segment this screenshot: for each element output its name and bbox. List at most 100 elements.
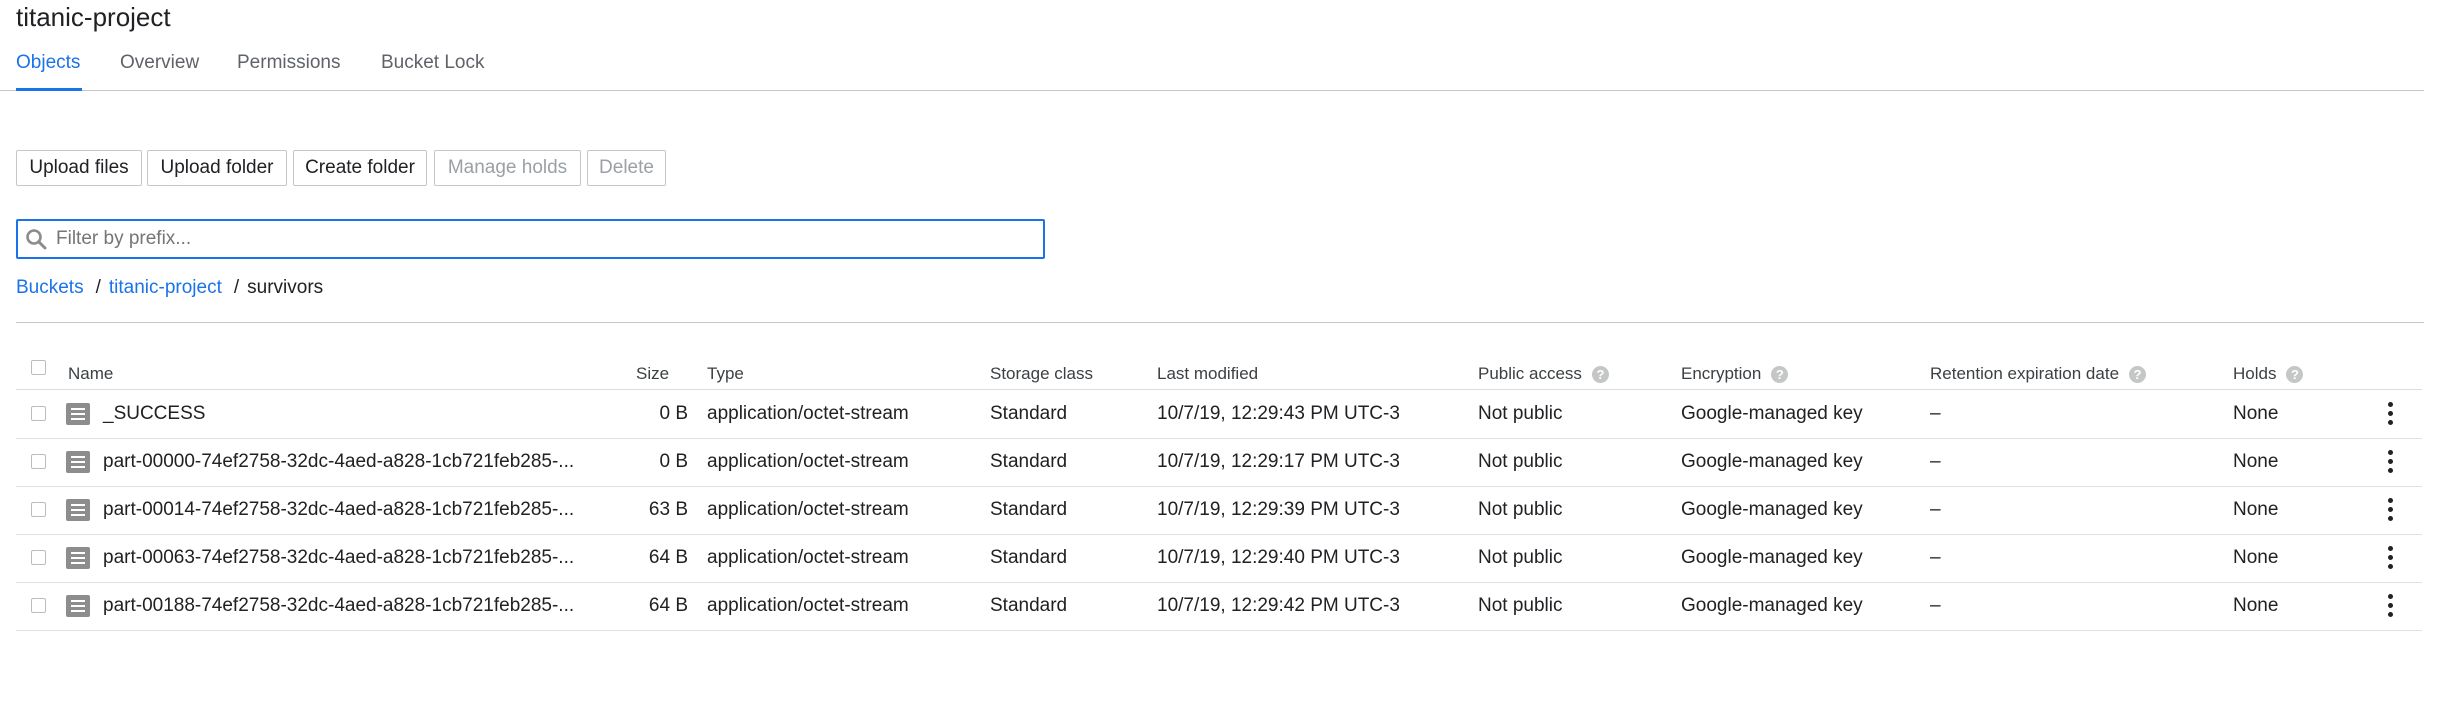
object-last-modified: 10/7/19, 12:29:43 PM UTC-3 [1157, 403, 1400, 424]
breadcrumb-bucket[interactable]: titanic-project [109, 277, 222, 298]
filter-input[interactable] [54, 227, 1008, 251]
file-icon [66, 595, 90, 617]
object-name[interactable]: part-00188-74ef2758-32dc-4aed-a828-1cb72… [103, 582, 574, 630]
object-public-access: Not public [1478, 595, 1563, 616]
object-holds: None [2233, 595, 2279, 616]
object-holds: None [2233, 403, 2279, 424]
object-size: 0 B [659, 451, 688, 472]
object-last-modified: 10/7/19, 12:29:39 PM UTC-3 [1157, 499, 1400, 520]
table-row[interactable]: _SUCCESS 0 B application/octet-stream St… [16, 390, 2422, 439]
more-vert-icon[interactable] [2388, 402, 2394, 426]
object-type: application/octet-stream [707, 451, 909, 472]
tab-bar: Objects Overview Permissions Bucket Lock [0, 48, 2424, 91]
object-name[interactable]: part-00000-74ef2758-32dc-4aed-a828-1cb72… [103, 438, 574, 486]
file-icon [66, 403, 90, 425]
more-vert-icon[interactable] [2388, 594, 2394, 618]
breadcrumb: Buckets / titanic-project / survivors [16, 277, 323, 299]
object-retention: – [1930, 595, 1941, 616]
object-holds: None [2233, 499, 2279, 520]
create-folder-button[interactable]: Create folder [293, 150, 427, 186]
object-name[interactable]: part-00063-74ef2758-32dc-4aed-a828-1cb72… [103, 534, 574, 582]
tab-permissions[interactable]: Permissions [237, 52, 340, 74]
column-header-holds: Holds ? [2233, 360, 2304, 388]
object-size: 63 B [648, 499, 688, 520]
object-storage-class: Standard [990, 403, 1068, 424]
object-type: application/octet-stream [707, 595, 909, 616]
upload-folder-button[interactable]: Upload folder [147, 150, 287, 186]
object-retention: – [1930, 403, 1941, 424]
row-checkbox[interactable] [31, 550, 46, 565]
object-retention: – [1930, 547, 1941, 568]
help-icon[interactable]: ? [1771, 365, 1789, 383]
help-icon[interactable]: ? [1591, 365, 1609, 383]
object-encryption: Google-managed key [1681, 547, 1863, 568]
object-public-access: Not public [1478, 451, 1563, 472]
divider [16, 322, 2424, 323]
column-header-type[interactable]: Type [707, 360, 744, 388]
tab-objects[interactable]: Objects [16, 52, 80, 74]
object-public-access: Not public [1478, 499, 1563, 520]
table-row[interactable]: part-00063-74ef2758-32dc-4aed-a828-1cb72… [16, 534, 2422, 583]
column-header-retention: Retention expiration date ? [1930, 360, 2147, 388]
page-title: titanic-project [16, 2, 171, 32]
object-type: application/octet-stream [707, 547, 909, 568]
retention-label: Retention expiration date [1930, 364, 2120, 383]
column-header-encryption: Encryption ? [1681, 360, 1789, 388]
filter-box [16, 219, 1045, 259]
breadcrumb-current: survivors [247, 277, 324, 298]
object-last-modified: 10/7/19, 12:29:40 PM UTC-3 [1157, 547, 1400, 568]
object-size: 0 B [659, 403, 688, 424]
more-vert-icon[interactable] [2388, 546, 2394, 570]
object-encryption: Google-managed key [1681, 499, 1863, 520]
row-checkbox[interactable] [31, 454, 46, 469]
row-checkbox[interactable] [31, 406, 46, 421]
help-icon[interactable]: ? [2129, 365, 2147, 383]
object-retention: – [1930, 451, 1941, 472]
file-icon [66, 451, 90, 473]
table-row[interactable]: part-00000-74ef2758-32dc-4aed-a828-1cb72… [16, 438, 2422, 487]
file-icon [66, 499, 90, 521]
object-storage-class: Standard [990, 499, 1068, 520]
column-header-public-access: Public access ? [1478, 360, 1609, 388]
table-row[interactable]: part-00014-74ef2758-32dc-4aed-a828-1cb72… [16, 486, 2422, 535]
tab-overview[interactable]: Overview [120, 52, 199, 74]
holds-label: Holds [2233, 364, 2277, 383]
breadcrumb-separator: / [233, 277, 240, 298]
breadcrumb-separator: / [95, 277, 101, 298]
object-holds: None [2233, 451, 2279, 472]
row-checkbox[interactable] [31, 502, 46, 517]
tab-bucket-lock[interactable]: Bucket Lock [381, 52, 485, 74]
more-vert-icon[interactable] [2388, 498, 2394, 522]
delete-button[interactable]: Delete [587, 150, 666, 186]
object-encryption: Google-managed key [1681, 595, 1863, 616]
object-retention: – [1930, 499, 1941, 520]
breadcrumb-buckets[interactable]: Buckets [16, 277, 84, 298]
column-header-name[interactable]: Name [68, 360, 113, 388]
public-access-label: Public access [1478, 364, 1582, 383]
object-type: application/octet-stream [707, 499, 909, 520]
encryption-label: Encryption [1681, 364, 1762, 383]
object-storage-class: Standard [990, 547, 1068, 568]
column-header-storage-class[interactable]: Storage class [990, 360, 1093, 388]
select-all-checkbox[interactable] [31, 360, 46, 375]
column-header-size[interactable]: Size [636, 360, 669, 388]
file-icon [66, 547, 90, 569]
object-name[interactable]: _SUCCESS [103, 390, 205, 438]
help-icon[interactable]: ? [2286, 365, 2304, 383]
object-size: 64 B [648, 595, 688, 616]
table-row[interactable]: part-00188-74ef2758-32dc-4aed-a828-1cb72… [16, 582, 2422, 631]
object-public-access: Not public [1478, 403, 1563, 424]
object-type: application/octet-stream [707, 403, 909, 424]
object-storage-class: Standard [990, 451, 1068, 472]
object-encryption: Google-managed key [1681, 451, 1863, 472]
upload-files-button[interactable]: Upload files [16, 150, 142, 186]
object-holds: None [2233, 547, 2279, 568]
object-encryption: Google-managed key [1681, 403, 1863, 424]
column-header-last-modified[interactable]: Last modified [1157, 360, 1258, 388]
search-icon [26, 229, 47, 250]
more-vert-icon[interactable] [2388, 450, 2394, 474]
object-name[interactable]: part-00014-74ef2758-32dc-4aed-a828-1cb72… [103, 486, 574, 534]
active-tab-indicator [16, 88, 82, 91]
row-checkbox[interactable] [31, 598, 46, 613]
manage-holds-button[interactable]: Manage holds [434, 150, 581, 186]
